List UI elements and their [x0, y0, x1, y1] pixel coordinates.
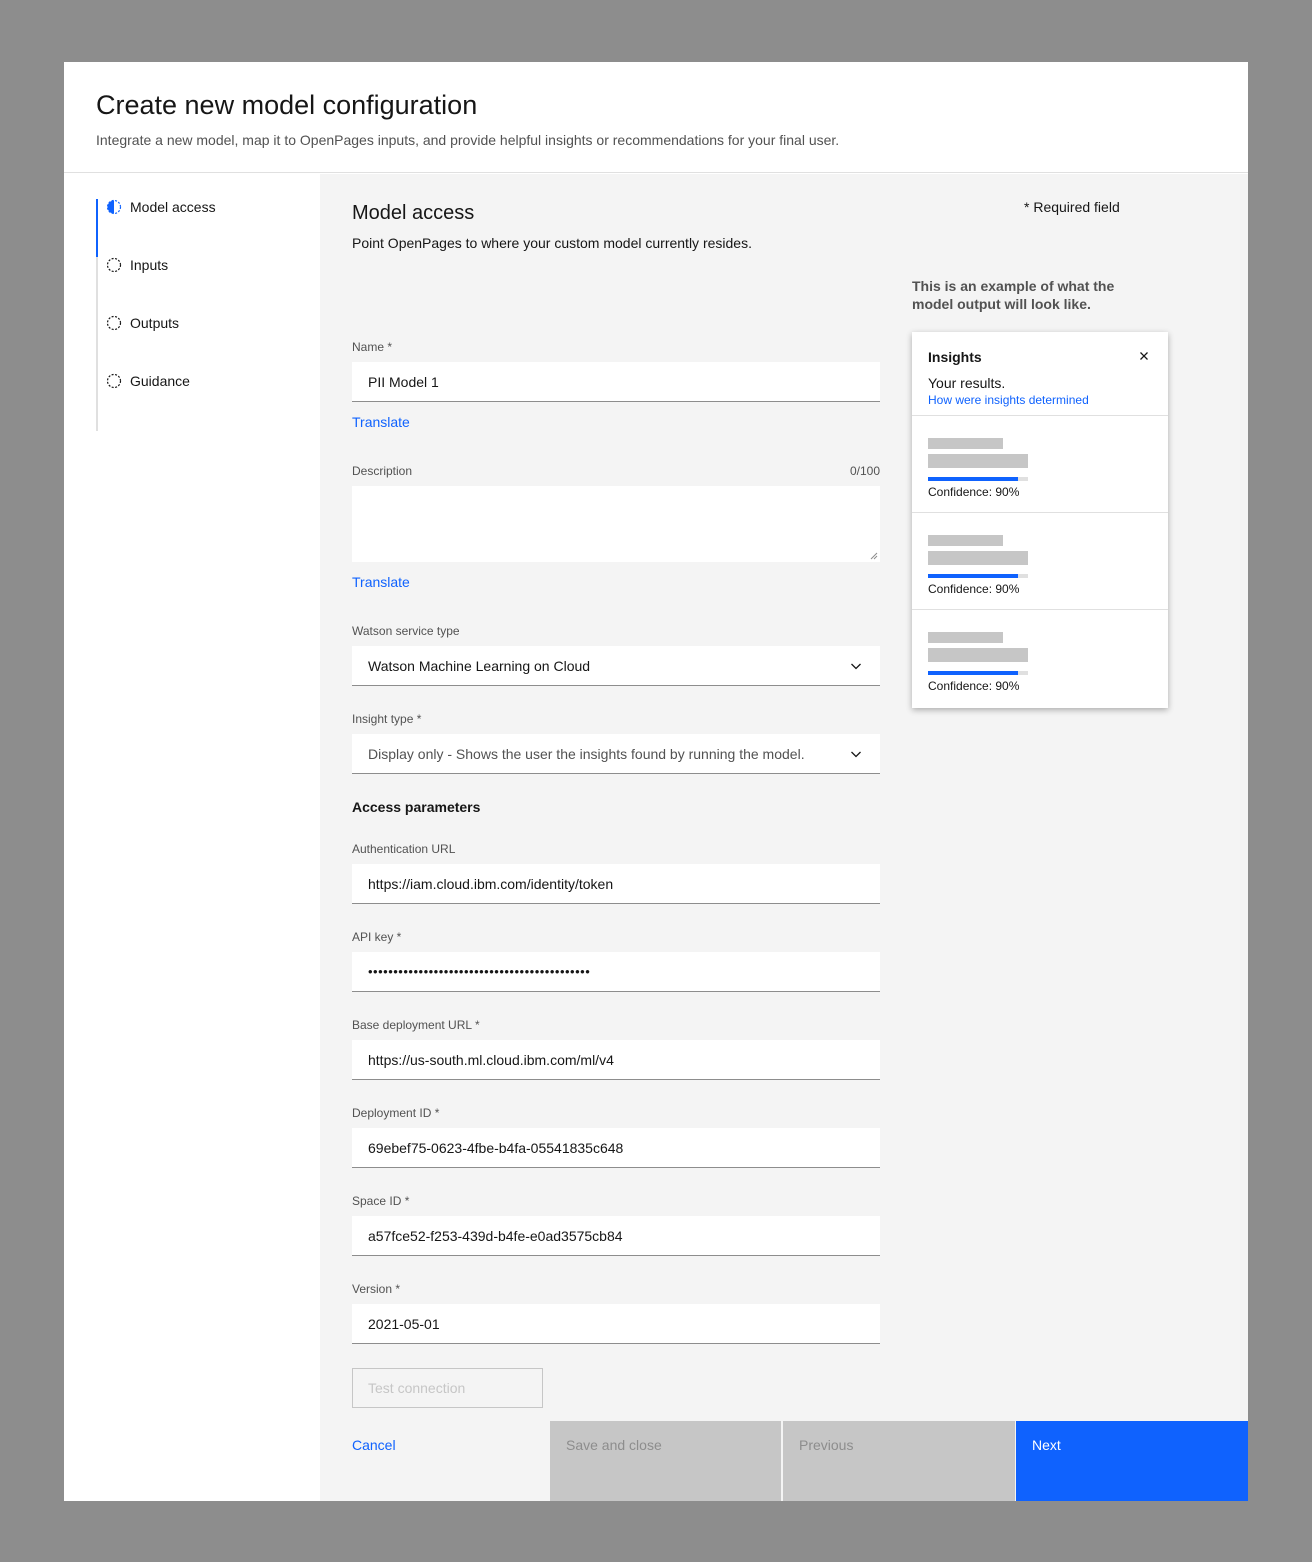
base-url-label: Base deployment URL *: [352, 1018, 480, 1032]
space-id-input[interactable]: a57fce52-f253-439d-b4fe-e0ad3575cb84: [352, 1216, 880, 1256]
description-label: Description: [352, 464, 413, 478]
version-label: Version *: [352, 1282, 401, 1296]
modal-header: Create new model configuration Integrate…: [64, 62, 1248, 173]
section-description: Point OpenPages to where your custom mod…: [352, 235, 752, 251]
name-input[interactable]: PII Model 1: [352, 362, 880, 402]
confidence-bar: [928, 477, 1028, 481]
step-guidance[interactable]: Guidance: [106, 371, 190, 391]
insights-results-text: Your results.: [928, 375, 1006, 391]
api-key-label: API key *: [352, 930, 402, 944]
insight-card: Confidence: 90%: [912, 512, 1168, 609]
cancel-button[interactable]: Cancel: [336, 1421, 550, 1501]
confidence-bar-fill: [928, 477, 1018, 481]
confidence-bar: [928, 574, 1028, 578]
description-translate-link[interactable]: Translate: [352, 574, 410, 590]
space-id-label: Space ID *: [352, 1194, 410, 1208]
insight-card: Confidence: 90%: [912, 415, 1168, 512]
deployment-id-label: Deployment ID *: [352, 1106, 440, 1120]
auth-url-label: Authentication URL: [352, 842, 456, 856]
insight-type-value: Display only - Shows the user the insigh…: [368, 745, 805, 762]
save-and-close-button[interactable]: Save and close: [550, 1421, 781, 1501]
skeleton-line: [928, 632, 1003, 643]
progress-current-marker: [96, 199, 98, 257]
test-connection-button[interactable]: Test connection: [352, 1368, 543, 1408]
modal-subtitle: Integrate a new model, map it to OpenPag…: [96, 132, 840, 148]
name-label: Name *: [352, 340, 393, 354]
skeleton-line: [928, 648, 1028, 662]
step-label: Outputs: [130, 315, 180, 331]
deployment-id-input[interactable]: 69ebef75-0623-4fbe-b4fa-05541835c648: [352, 1128, 880, 1168]
chevron-down-icon: [851, 663, 861, 670]
confidence-label: Confidence: 90%: [928, 485, 1020, 499]
auth-url-input[interactable]: https://iam.cloud.ibm.com/identity/token: [352, 864, 880, 904]
section-title: Model access: [352, 202, 475, 224]
api-key-input[interactable]: ••••••••••••••••••••••••••••••••••••••••…: [352, 952, 880, 992]
dashed-circle-icon: [106, 315, 122, 331]
step-label: Inputs: [130, 257, 169, 273]
confidence-bar-fill: [928, 574, 1018, 578]
insight-type-select[interactable]: Display only - Shows the user the insigh…: [352, 734, 880, 774]
insight-type-label: Insight type *: [352, 712, 422, 726]
insight-card: Confidence: 90%: [912, 609, 1168, 706]
form-panel: Model access Point OpenPages to where yo…: [320, 174, 1248, 1501]
chevron-down-icon: [851, 751, 861, 758]
skeleton-line: [928, 551, 1028, 565]
service-type-value: Watson Machine Learning on Cloud: [368, 657, 591, 674]
close-icon[interactable]: [1136, 348, 1152, 364]
step-label: Guidance: [130, 373, 190, 389]
dashed-circle-icon: [106, 257, 122, 273]
service-type-label: Watson service type: [352, 624, 460, 638]
confidence-bar-fill: [928, 671, 1018, 675]
modal-title: Create new model configuration: [96, 90, 478, 120]
confidence-label: Confidence: 90%: [928, 582, 1020, 596]
confidence-label: Confidence: 90%: [928, 679, 1020, 693]
version-input[interactable]: 2021-05-01: [352, 1304, 880, 1344]
access-parameters-heading: Access parameters: [352, 799, 481, 815]
skeleton-line: [928, 535, 1003, 546]
resize-handle-icon[interactable]: [870, 552, 878, 560]
step-inputs[interactable]: Inputs: [106, 255, 168, 275]
skeleton-line: [928, 438, 1003, 449]
preview-note: This is an example of what the model out…: [912, 278, 1115, 312]
step-outputs[interactable]: Outputs: [106, 313, 179, 333]
name-translate-link[interactable]: Translate: [352, 414, 410, 430]
modal: Create new model configuration Integrate…: [64, 62, 1248, 1501]
skeleton-line: [928, 454, 1028, 468]
base-url-input[interactable]: https://us-south.ml.cloud.ibm.com/ml/v4: [352, 1040, 880, 1080]
description-textarea[interactable]: [352, 486, 880, 562]
half-circle-icon: [106, 199, 122, 215]
service-type-select[interactable]: Watson Machine Learning on Cloud: [352, 646, 880, 686]
dashed-circle-icon: [106, 373, 122, 389]
modal-footer: Cancel Save and close Previous Next: [320, 1421, 1248, 1501]
next-button[interactable]: Next: [1016, 1421, 1248, 1501]
insights-panel: Insights Your results. How were insights…: [912, 332, 1168, 708]
previous-button[interactable]: Previous: [783, 1421, 1015, 1501]
required-field-note: * Required field: [1024, 199, 1120, 215]
insights-title: Insights: [928, 349, 982, 365]
description-counter: 0/100: [849, 464, 880, 478]
step-model-access[interactable]: Model access: [106, 197, 216, 217]
insights-how-link[interactable]: How were insights determined: [928, 393, 1089, 407]
step-label: Model access: [130, 199, 216, 215]
confidence-bar: [928, 671, 1028, 675]
